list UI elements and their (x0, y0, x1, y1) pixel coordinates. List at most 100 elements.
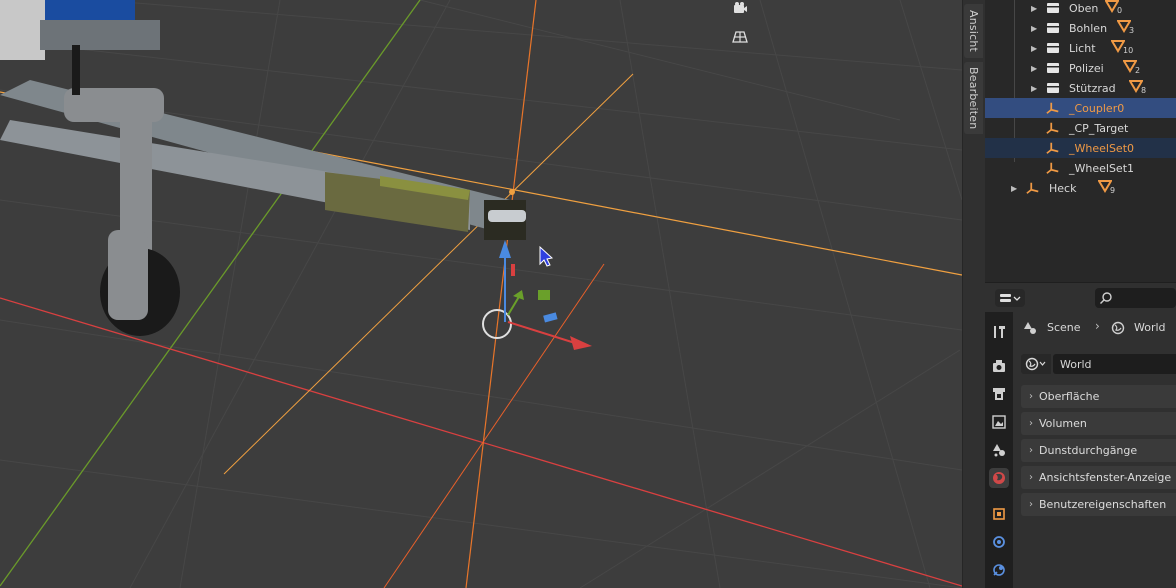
child-count-badge[interactable]: 10 (1111, 39, 1135, 57)
outliner-row-label: _Coupler0 (1069, 101, 1125, 115)
collection-icon (1046, 41, 1060, 55)
expand-arrow-icon[interactable]: ▶ (1011, 184, 1017, 193)
outliner-row[interactable]: _WheelSet1 (985, 158, 1176, 178)
panel-header[interactable]: › Ansichtsfenster-Anzeige (1021, 466, 1176, 489)
y-axis-line (0, 0, 421, 587)
properties-tabs (985, 312, 1013, 588)
collection-icon (1046, 81, 1060, 95)
panel-label: Benutzereigenschaften (1039, 498, 1167, 511)
outliner-row[interactable]: ▶ Oben 0 (985, 0, 1176, 18)
tool-icon (994, 326, 1005, 338)
expand-arrow-icon[interactable]: ▶ (1031, 24, 1037, 33)
tab-object[interactable] (989, 504, 1009, 524)
outliner-row-label: Stützrad (1069, 81, 1116, 95)
panel-label: Oberfläche (1039, 390, 1100, 403)
properties-main: Scene › World World › Oberfläche › Volumen ›… (1013, 312, 1176, 588)
tab-view-layer[interactable] (989, 412, 1009, 432)
scene-icon (1024, 322, 1036, 334)
outliner-row[interactable]: ▶ Licht 10 (985, 38, 1176, 58)
viewport-scene (0, 0, 962, 588)
render-icon (993, 360, 1005, 372)
chevron-right-icon: › (1029, 445, 1033, 456)
outliner-row-label: Heck (1049, 181, 1077, 195)
chevron-right-icon: › (1029, 472, 1033, 483)
collection-icon (1046, 21, 1060, 35)
chevron-right-icon: › (1029, 391, 1033, 402)
panel-header[interactable]: › Dunstdurchgänge (1021, 439, 1176, 462)
outliner-row[interactable]: ▶ Polizei 2 (985, 58, 1176, 78)
search-icon (1100, 292, 1112, 304)
editor-type-button[interactable] (995, 289, 1025, 307)
outliner-row[interactable]: _CP_Target (985, 118, 1176, 138)
outliner-row[interactable]: _Coupler0 (985, 98, 1176, 118)
x-axis-line (0, 297, 962, 587)
collection-icon (1046, 61, 1060, 75)
empty-axes-icon (1046, 141, 1060, 155)
child-count-badge[interactable]: 0 (1105, 0, 1129, 17)
breadcrumb-chevron-icon: › (1095, 319, 1100, 333)
3d-viewport[interactable] (0, 0, 962, 588)
scene-icon (993, 444, 1005, 457)
panel-header[interactable]: › Oberfläche (1021, 385, 1176, 408)
camera-icon (734, 2, 747, 13)
breadcrumb-scene[interactable]: Scene (1047, 321, 1081, 334)
panel-label: Ansichtsfenster-Anzeige (1039, 471, 1172, 484)
tab-render[interactable] (989, 356, 1009, 376)
grid-perspective-icon (732, 31, 748, 43)
world-icon (1111, 321, 1125, 335)
tab-tool[interactable] (989, 322, 1009, 342)
tab-bearbeiten[interactable]: Bearbeiten (964, 62, 983, 134)
properties-editor-icon (1000, 294, 1021, 302)
world-icon (993, 472, 1005, 484)
outliner-row-label: _WheelSet0 (1069, 141, 1135, 155)
modifier-icon (993, 536, 1005, 548)
panel-label: Dunstdurchgänge (1039, 444, 1138, 457)
perspective-toggle-button[interactable] (728, 25, 752, 49)
outliner-row-label: _CP_Target (1069, 121, 1129, 135)
expand-arrow-icon[interactable]: ▶ (1031, 64, 1037, 73)
expand-arrow-icon[interactable]: ▶ (1031, 44, 1037, 53)
empty-axes-icon (1046, 101, 1060, 115)
world-name-field[interactable]: World (1053, 354, 1176, 374)
outliner-row-label: Oben (1069, 1, 1099, 15)
panel-header[interactable]: › Benutzereigenschaften (1021, 493, 1176, 516)
panel-label: Volumen (1039, 417, 1087, 430)
world-browse-button[interactable] (1021, 354, 1051, 374)
outliner-row-label: _WheelSet1 (1069, 161, 1135, 175)
breadcrumb-world[interactable]: World (1134, 321, 1166, 334)
expand-arrow-icon[interactable]: ▶ (1031, 84, 1037, 93)
tab-physics[interactable] (989, 560, 1009, 580)
child-count-badge[interactable]: 8 (1129, 79, 1153, 97)
outliner-row[interactable]: ▶ Heck 9 (985, 178, 1176, 198)
sidebar-tabs: Ansicht Bearbeiten (962, 0, 985, 588)
tab-output[interactable] (989, 384, 1009, 404)
outliner-row-label: Bohlen (1069, 21, 1108, 35)
collection-icon (1046, 1, 1060, 15)
outliner[interactable]: ▶ Oben 0 ▶ Bohlen 3 ▶ Licht 10 ▶ Polizei 2 ▶ Stützrad… (985, 0, 1176, 282)
empty-axes-icon (1046, 121, 1060, 135)
child-count-badge[interactable]: 9 (1098, 179, 1122, 197)
output-icon (993, 388, 1005, 400)
physics-icon (993, 564, 1005, 576)
empty-axes-icon (1046, 161, 1060, 175)
chevron-right-icon: › (1029, 499, 1033, 510)
tab-modifier[interactable] (989, 532, 1009, 552)
child-count-badge[interactable]: 2 (1123, 59, 1147, 77)
outliner-row-label: Licht (1069, 41, 1096, 55)
world-browse-icon (1025, 357, 1046, 371)
object-icon (993, 508, 1005, 520)
outliner-row[interactable]: _WheelSet0 (985, 138, 1176, 158)
empty-axes-icon (1026, 181, 1040, 195)
child-count-badge[interactable]: 3 (1117, 19, 1141, 37)
view-layer-icon (992, 415, 1006, 429)
outliner-row[interactable]: ▶ Stützrad 8 (985, 78, 1176, 98)
outliner-row[interactable]: ▶ Bohlen 3 (985, 18, 1176, 38)
properties-header (985, 282, 1176, 313)
tab-ansicht[interactable]: Ansicht (964, 4, 983, 58)
tab-world[interactable] (989, 468, 1009, 488)
expand-arrow-icon[interactable]: ▶ (1031, 4, 1037, 13)
outliner-row-label: Polizei (1069, 61, 1104, 75)
properties-search-input[interactable] (1095, 288, 1176, 308)
panel-header[interactable]: › Volumen (1021, 412, 1176, 435)
tab-scene[interactable] (989, 440, 1009, 460)
